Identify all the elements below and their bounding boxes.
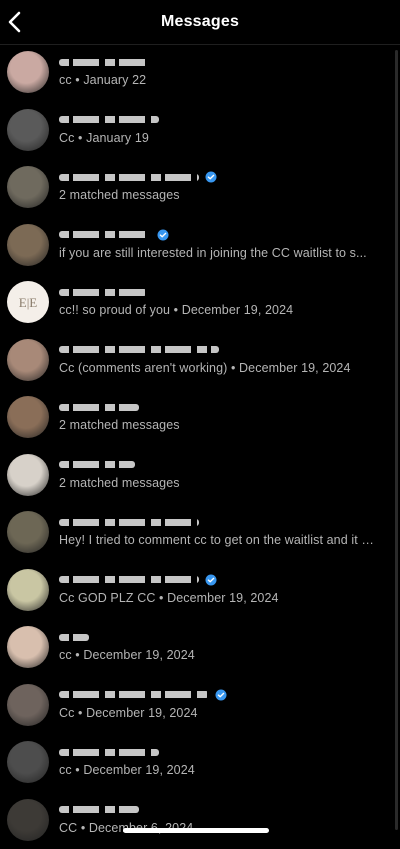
message-preview: cc • December 19, 2024 bbox=[59, 763, 380, 777]
avatar[interactable] bbox=[7, 51, 49, 93]
redacted-name-bar bbox=[59, 749, 159, 756]
verified-badge-icon bbox=[215, 689, 227, 701]
contact-name-redacted bbox=[59, 516, 199, 528]
redacted-name-bar bbox=[59, 806, 139, 813]
page-title: Messages bbox=[0, 13, 400, 31]
redacted-name-bar bbox=[59, 634, 89, 641]
conversation-row[interactable]: 2 matched messages bbox=[0, 447, 400, 505]
avatar[interactable] bbox=[7, 339, 49, 381]
conversation-list: cc • January 22 Cc • January 19 2 matched … bbox=[0, 44, 400, 849]
redacted-name-bar bbox=[59, 519, 199, 526]
message-preview: Cc • December 19, 2024 bbox=[59, 706, 380, 720]
conversation-row[interactable]: Cc GOD PLZ CC • December 19, 2024 bbox=[0, 562, 400, 620]
conversation-row[interactable]: cc • December 19, 2024 bbox=[0, 734, 400, 792]
avatar[interactable] bbox=[7, 511, 49, 553]
redacted-name-bar bbox=[59, 174, 199, 181]
redacted-name-bar bbox=[59, 576, 199, 583]
redacted-name-bar bbox=[59, 59, 149, 66]
conversation-row[interactable]: if you are still interested in joining t… bbox=[0, 217, 400, 275]
avatar[interactable] bbox=[7, 569, 49, 611]
verified-badge-icon bbox=[157, 229, 169, 241]
contact-name-redacted bbox=[59, 804, 139, 816]
contact-name-redacted bbox=[59, 229, 169, 241]
message-preview: Cc GOD PLZ CC • December 19, 2024 bbox=[59, 591, 380, 605]
avatar[interactable] bbox=[7, 166, 49, 208]
avatar[interactable] bbox=[7, 799, 49, 841]
message-preview: Cc • January 19 bbox=[59, 131, 380, 145]
redacted-name-bar bbox=[59, 231, 151, 238]
avatar[interactable] bbox=[7, 741, 49, 783]
verified-badge-icon bbox=[205, 171, 217, 183]
conversation-row[interactable]: E|E cc!! so proud of you • December 19, 2… bbox=[0, 274, 400, 332]
contact-name-redacted bbox=[59, 286, 147, 298]
message-preview: Hey! I tried to comment cc to get on the… bbox=[59, 533, 380, 547]
message-preview: 2 matched messages bbox=[59, 188, 380, 202]
conversation-row[interactable]: 2 matched messages bbox=[0, 389, 400, 447]
message-preview: 2 matched messages bbox=[59, 476, 380, 490]
contact-name-redacted bbox=[59, 114, 159, 126]
svg-text:E|E: E|E bbox=[19, 295, 38, 310]
message-preview: cc • December 19, 2024 bbox=[59, 648, 380, 662]
redacted-name-bar bbox=[59, 404, 139, 411]
contact-name-redacted bbox=[59, 459, 135, 471]
conversation-row[interactable]: Cc • January 19 bbox=[0, 102, 400, 160]
redacted-name-bar bbox=[59, 346, 219, 353]
avatar[interactable] bbox=[7, 224, 49, 266]
message-preview: cc • January 22 bbox=[59, 73, 380, 87]
avatar[interactable]: E|E bbox=[7, 281, 49, 323]
avatar[interactable] bbox=[7, 396, 49, 438]
conversation-row[interactable]: 2 matched messages bbox=[0, 159, 400, 217]
conversation-row[interactable]: cc • December 19, 2024 bbox=[0, 619, 400, 677]
conversation-row[interactable]: Cc • December 19, 2024 bbox=[0, 677, 400, 735]
message-preview: Cc (comments aren't working) • December … bbox=[59, 361, 380, 375]
home-indicator bbox=[123, 828, 269, 833]
contact-name-redacted bbox=[59, 344, 219, 356]
conversation-row[interactable]: Hey! I tried to comment cc to get on the… bbox=[0, 504, 400, 562]
redacted-name-bar bbox=[59, 691, 209, 698]
conversation-row[interactable]: CC • December 6, 2024 bbox=[0, 792, 400, 849]
contact-name-redacted bbox=[59, 631, 89, 643]
message-preview: cc!! so proud of you • December 19, 2024 bbox=[59, 303, 380, 317]
contact-name-redacted bbox=[59, 746, 159, 758]
contact-name-redacted bbox=[59, 401, 139, 413]
redacted-name-bar bbox=[59, 461, 135, 468]
avatar[interactable] bbox=[7, 626, 49, 668]
contact-name-redacted bbox=[59, 574, 217, 586]
contact-name-redacted bbox=[59, 56, 149, 68]
avatar[interactable] bbox=[7, 109, 49, 151]
redacted-name-bar bbox=[59, 289, 147, 296]
verified-badge-icon bbox=[205, 574, 217, 586]
avatar[interactable] bbox=[7, 454, 49, 496]
logo-icon: E|E bbox=[7, 281, 49, 323]
avatar[interactable] bbox=[7, 684, 49, 726]
contact-name-redacted bbox=[59, 689, 227, 701]
top-bar: Messages bbox=[0, 0, 400, 45]
contact-name-redacted bbox=[59, 171, 217, 183]
message-preview: if you are still interested in joining t… bbox=[59, 246, 380, 260]
redacted-name-bar bbox=[59, 116, 159, 123]
message-preview: 2 matched messages bbox=[59, 418, 380, 432]
conversation-row[interactable]: Cc (comments aren't working) • December … bbox=[0, 332, 400, 390]
conversation-row[interactable]: cc • January 22 bbox=[0, 44, 400, 102]
